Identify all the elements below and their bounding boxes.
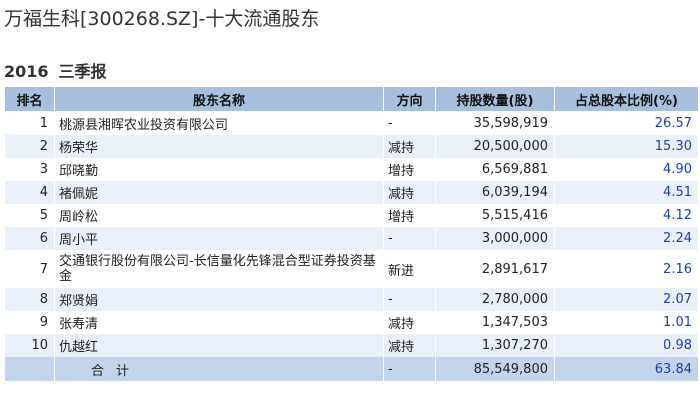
cell-direction: 新进 bbox=[383, 250, 436, 288]
cell-ratio: 4.90 bbox=[554, 158, 699, 181]
cell-direction: 减持 bbox=[383, 181, 436, 204]
table-row: 5 周岭松 增持 5,515,416 4.12 bbox=[4, 204, 699, 227]
total-direction: - bbox=[383, 357, 436, 381]
table-row: 9 张寿清 减持 1,347,503 1.01 bbox=[4, 311, 699, 334]
cell-holder-name: 褚佩妮 bbox=[54, 181, 384, 204]
table-row: 2 杨荣华 减持 20,500,000 15.30 bbox=[4, 135, 699, 158]
cell-ratio: 15.30 bbox=[554, 135, 699, 158]
page-title: 万福生科[300268.SZ]-十大流通股东 bbox=[4, 8, 320, 30]
cell-holder-name: 邱晓勤 bbox=[54, 158, 384, 181]
header-direction: 方向 bbox=[383, 86, 436, 112]
table-row: 6 周小平 - 3,000,000 2.24 bbox=[4, 227, 699, 250]
cell-shares: 1,347,503 bbox=[435, 311, 555, 334]
cell-ratio: 26.57 bbox=[554, 111, 699, 135]
cell-direction: 增持 bbox=[383, 158, 436, 181]
cell-rank: 1 bbox=[4, 111, 55, 135]
header-ratio: 占总股本比例(%) bbox=[554, 86, 699, 112]
table-header-row: 排名 股东名称 方向 持股数量(股) 占总股本比例(%) bbox=[4, 86, 699, 112]
table-row: 1 桃源县湘晖农业投资有限公司 - 35,598,919 26.57 bbox=[4, 111, 699, 135]
total-label: 合计 bbox=[54, 357, 384, 381]
table-row: 3 邱晓勤 增持 6,569,881 4.90 bbox=[4, 158, 699, 181]
cell-ratio: 0.98 bbox=[554, 334, 699, 357]
cell-holder-name: 交通银行股份有限公司-长信量化先锋混合型证券投资基金 bbox=[54, 250, 384, 288]
cell-direction: 增持 bbox=[383, 204, 436, 227]
cell-rank: 4 bbox=[4, 181, 55, 204]
cell-shares: 3,000,000 bbox=[435, 227, 555, 250]
table-row: 10 仇越红 减持 1,307,270 0.98 bbox=[4, 334, 699, 357]
cell-ratio: 4.51 bbox=[554, 181, 699, 204]
cell-rank-empty bbox=[4, 357, 55, 381]
cell-direction: - bbox=[383, 111, 436, 135]
cell-holder-name: 桃源县湘晖农业投资有限公司 bbox=[54, 111, 384, 135]
total-row: 合计 - 85,549,800 63.84 bbox=[4, 357, 699, 381]
cell-rank: 6 bbox=[4, 227, 55, 250]
period-year: 2016 bbox=[4, 62, 49, 81]
shareholders-table: 排名 股东名称 方向 持股数量(股) 占总股本比例(%) 1 桃源县湘晖农业投资… bbox=[4, 86, 699, 381]
cell-direction: - bbox=[383, 288, 436, 311]
cell-direction: - bbox=[383, 227, 436, 250]
header-rank: 排名 bbox=[4, 86, 55, 112]
report-period: 2016 三季报 bbox=[4, 58, 107, 82]
cell-direction: 减持 bbox=[383, 135, 436, 158]
cell-rank: 10 bbox=[4, 334, 55, 357]
cell-shares: 6,039,194 bbox=[435, 181, 555, 204]
cell-direction: 减持 bbox=[383, 334, 436, 357]
cell-ratio: 4.12 bbox=[554, 204, 699, 227]
cell-rank: 3 bbox=[4, 158, 55, 181]
cell-shares: 2,891,617 bbox=[435, 250, 555, 288]
cell-holder-name: 郑贤娟 bbox=[54, 288, 384, 311]
cell-rank: 2 bbox=[4, 135, 55, 158]
cell-holder-name: 周岭松 bbox=[54, 204, 384, 227]
cell-rank: 7 bbox=[4, 250, 55, 288]
cell-shares: 6,569,881 bbox=[435, 158, 555, 181]
cell-holder-name: 张寿清 bbox=[54, 311, 384, 334]
table-row: 7 交通银行股份有限公司-长信量化先锋混合型证券投资基金 新进 2,891,61… bbox=[4, 250, 699, 288]
cell-shares: 20,500,000 bbox=[435, 135, 555, 158]
cell-rank: 9 bbox=[4, 311, 55, 334]
cell-holder-name: 杨荣华 bbox=[54, 135, 384, 158]
total-ratio: 63.84 bbox=[554, 357, 699, 381]
cell-shares: 2,780,000 bbox=[435, 288, 555, 311]
total-shares: 85,549,800 bbox=[435, 357, 555, 381]
table-row: 8 郑贤娟 - 2,780,000 2.07 bbox=[4, 288, 699, 311]
cell-ratio: 1.01 bbox=[554, 311, 699, 334]
period-quarter: 三季报 bbox=[58, 62, 107, 81]
cell-shares: 35,598,919 bbox=[435, 111, 555, 135]
cell-ratio: 2.07 bbox=[554, 288, 699, 311]
cell-direction: 减持 bbox=[383, 311, 436, 334]
cell-shares: 5,515,416 bbox=[435, 204, 555, 227]
table-row: 4 褚佩妮 减持 6,039,194 4.51 bbox=[4, 181, 699, 204]
cell-holder-name: 仇越红 bbox=[54, 334, 384, 357]
cell-ratio: 2.24 bbox=[554, 227, 699, 250]
header-shares: 持股数量(股) bbox=[435, 86, 555, 112]
cell-rank: 8 bbox=[4, 288, 55, 311]
cell-shares: 1,307,270 bbox=[435, 334, 555, 357]
cell-ratio: 2.16 bbox=[554, 250, 699, 288]
cell-rank: 5 bbox=[4, 204, 55, 227]
header-holder-name: 股东名称 bbox=[54, 86, 384, 112]
cell-holder-name: 周小平 bbox=[54, 227, 384, 250]
